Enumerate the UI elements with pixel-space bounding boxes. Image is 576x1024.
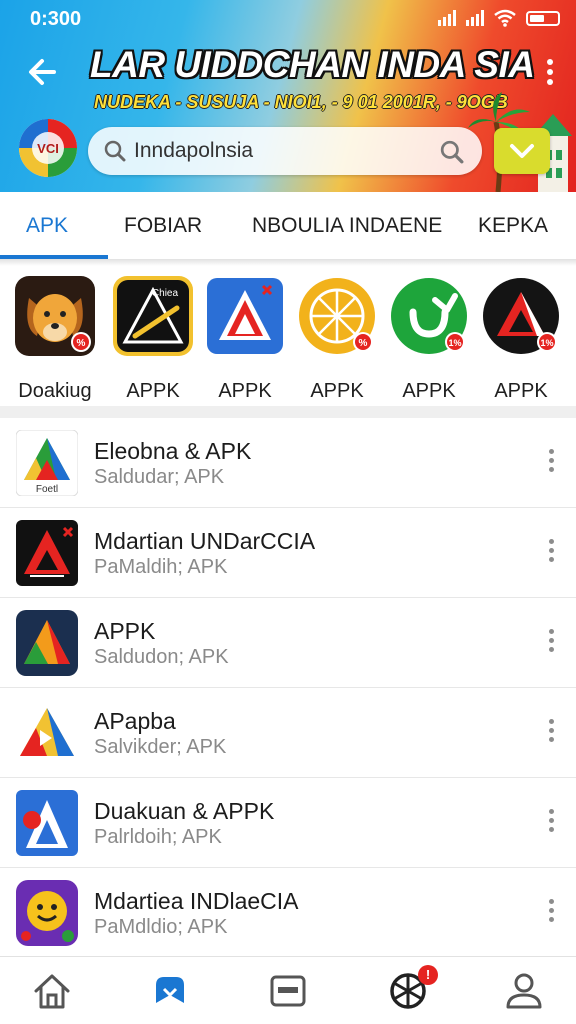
dog-app-badge: %: [77, 338, 86, 349]
search-bar[interactable]: [88, 127, 482, 175]
list-item[interactable]: Foetl Eleobna & APK Saldudar; APK: [0, 418, 576, 508]
orange-triangle-icon: [16, 610, 78, 676]
battery-icon: [526, 10, 560, 26]
red-triangle-app-badge: 1%: [540, 338, 553, 348]
more-vert-icon[interactable]: [540, 446, 562, 480]
refresh-app-icon: 1%: [391, 278, 467, 354]
app-title: Mdartian UNDarCCIA: [94, 528, 316, 554]
back-arrow-icon[interactable]: [24, 52, 64, 92]
app-title: Duakuan & APPK: [94, 798, 275, 824]
list-item[interactable]: Mdartian UNDarCCIA PaMaldih; APK: [0, 508, 576, 598]
app-title: APapba: [94, 708, 176, 734]
colorful-triangle-text: Foetl: [36, 484, 58, 495]
play-triangle-icon: [20, 708, 74, 756]
featured-app-label: APPK: [310, 380, 364, 402]
featured-app[interactable]: % APPK: [292, 276, 382, 402]
bottom-navigation: !: [0, 956, 576, 1024]
app-subtitle: Saldudon; APK: [94, 646, 229, 668]
white-triangle-icon: [16, 790, 78, 856]
featured-app[interactable]: APPK: [200, 276, 290, 402]
tab-apk[interactable]: APK: [26, 214, 68, 238]
tab-nboulia-indaene[interactable]: NBOULIA INDAENE: [252, 214, 442, 238]
featured-app[interactable]: 1% APPK: [476, 276, 566, 402]
search-input[interactable]: [134, 137, 414, 165]
more-vert-icon[interactable]: [540, 626, 562, 660]
signal-2-icon: [466, 10, 484, 26]
app-subtitle: Saldudar; APK: [94, 466, 225, 488]
featured-app[interactable]: Chiea APPK: [108, 276, 198, 402]
colorful-triangle-icon: Foetl: [16, 430, 78, 496]
chevron-down-icon: [510, 144, 534, 158]
featured-app-label: APPK: [494, 380, 548, 402]
app-subtitle: Palrldoih; APK: [94, 826, 222, 848]
app-subtitle: PaMdldio; APK: [94, 916, 228, 938]
red-triangle-app-icon: 1%: [483, 278, 559, 354]
status-bar: 0:300: [0, 0, 576, 38]
more-vert-icon[interactable]: [540, 536, 562, 570]
wifi-icon: [494, 9, 516, 27]
signal-icon: [438, 10, 456, 26]
status-icons: [438, 9, 560, 27]
app-title: Mdartiea INDlaeCIA: [94, 888, 299, 914]
search-icon[interactable]: [104, 140, 126, 162]
triangle-app-icon: [207, 278, 283, 354]
tab-bar: APK FOBIAR NBOULIA INDAENE KEPKA: [0, 192, 576, 260]
app-title: Eleobna & APK: [94, 438, 252, 464]
featured-app[interactable]: 1% APPK: [384, 276, 474, 402]
list-item[interactable]: APPK Saldudon; APK: [0, 598, 576, 688]
header-banner: 0:300 LAR UIDDCHAN INDA SIA NUDEKA - SUS…: [0, 0, 576, 192]
app-subtitle: PaMaldih; APK: [94, 556, 228, 578]
featured-app-label: APPK: [402, 380, 456, 402]
featured-apps-row: % Doakiug Chiea APPK APPK % APPK 1% APPK…: [0, 266, 576, 406]
list-item[interactable]: APapba Salvikder; APK: [0, 688, 576, 778]
notification-badge: !: [418, 965, 438, 985]
search-submit-icon[interactable]: [440, 140, 464, 164]
section-divider: [0, 406, 576, 418]
featured-app-label: Doakiug: [18, 380, 92, 402]
more-vert-icon[interactable]: [540, 896, 562, 930]
tent-app-text: Chiea: [152, 288, 179, 299]
featured-app-label: APPK: [126, 380, 180, 402]
dropdown-button[interactable]: [494, 128, 550, 174]
profile-icon[interactable]: [500, 967, 548, 1015]
more-vert-icon[interactable]: [540, 806, 562, 840]
library-icon[interactable]: [264, 967, 312, 1015]
globe-app-icon: %: [299, 278, 375, 354]
red-triangle-icon: [16, 520, 78, 586]
apps-icon[interactable]: [146, 967, 194, 1015]
refresh-app-badge: 1%: [448, 338, 461, 348]
list-item[interactable]: Duakuan & APPK Palrldoih; APK: [0, 778, 576, 868]
status-time: 0:300: [30, 8, 82, 30]
tab-kepka[interactable]: KEPKA: [478, 214, 548, 238]
app-screen: 0:300 LAR UIDDCHAN INDA SIA NUDEKA - SUS…: [0, 0, 576, 1024]
active-tab-indicator: [0, 255, 108, 259]
logo-text: VCI: [37, 141, 59, 156]
more-options-icon[interactable]: [538, 56, 562, 90]
dog-app-icon: %: [15, 276, 95, 356]
tent-app-icon: Chiea: [113, 276, 193, 356]
home-icon[interactable]: [28, 967, 76, 1015]
smiley-game-icon: [16, 880, 78, 946]
more-vert-icon[interactable]: [540, 716, 562, 750]
featured-app[interactable]: % Doakiug: [10, 276, 100, 402]
page-title: LAR UIDDCHAN INDA SIA: [90, 44, 535, 85]
app-title: APPK: [94, 618, 156, 644]
globe-app-badge: %: [359, 338, 368, 349]
list-item[interactable]: Mdartiea INDlaeCIA PaMdldio; APK: [0, 868, 576, 958]
app-logo: VCI: [19, 119, 77, 177]
featured-app-label: APPK: [218, 380, 272, 402]
tab-fobiar[interactable]: FOBIAR: [124, 214, 202, 238]
app-subtitle: Salvikder; APK: [94, 736, 227, 758]
